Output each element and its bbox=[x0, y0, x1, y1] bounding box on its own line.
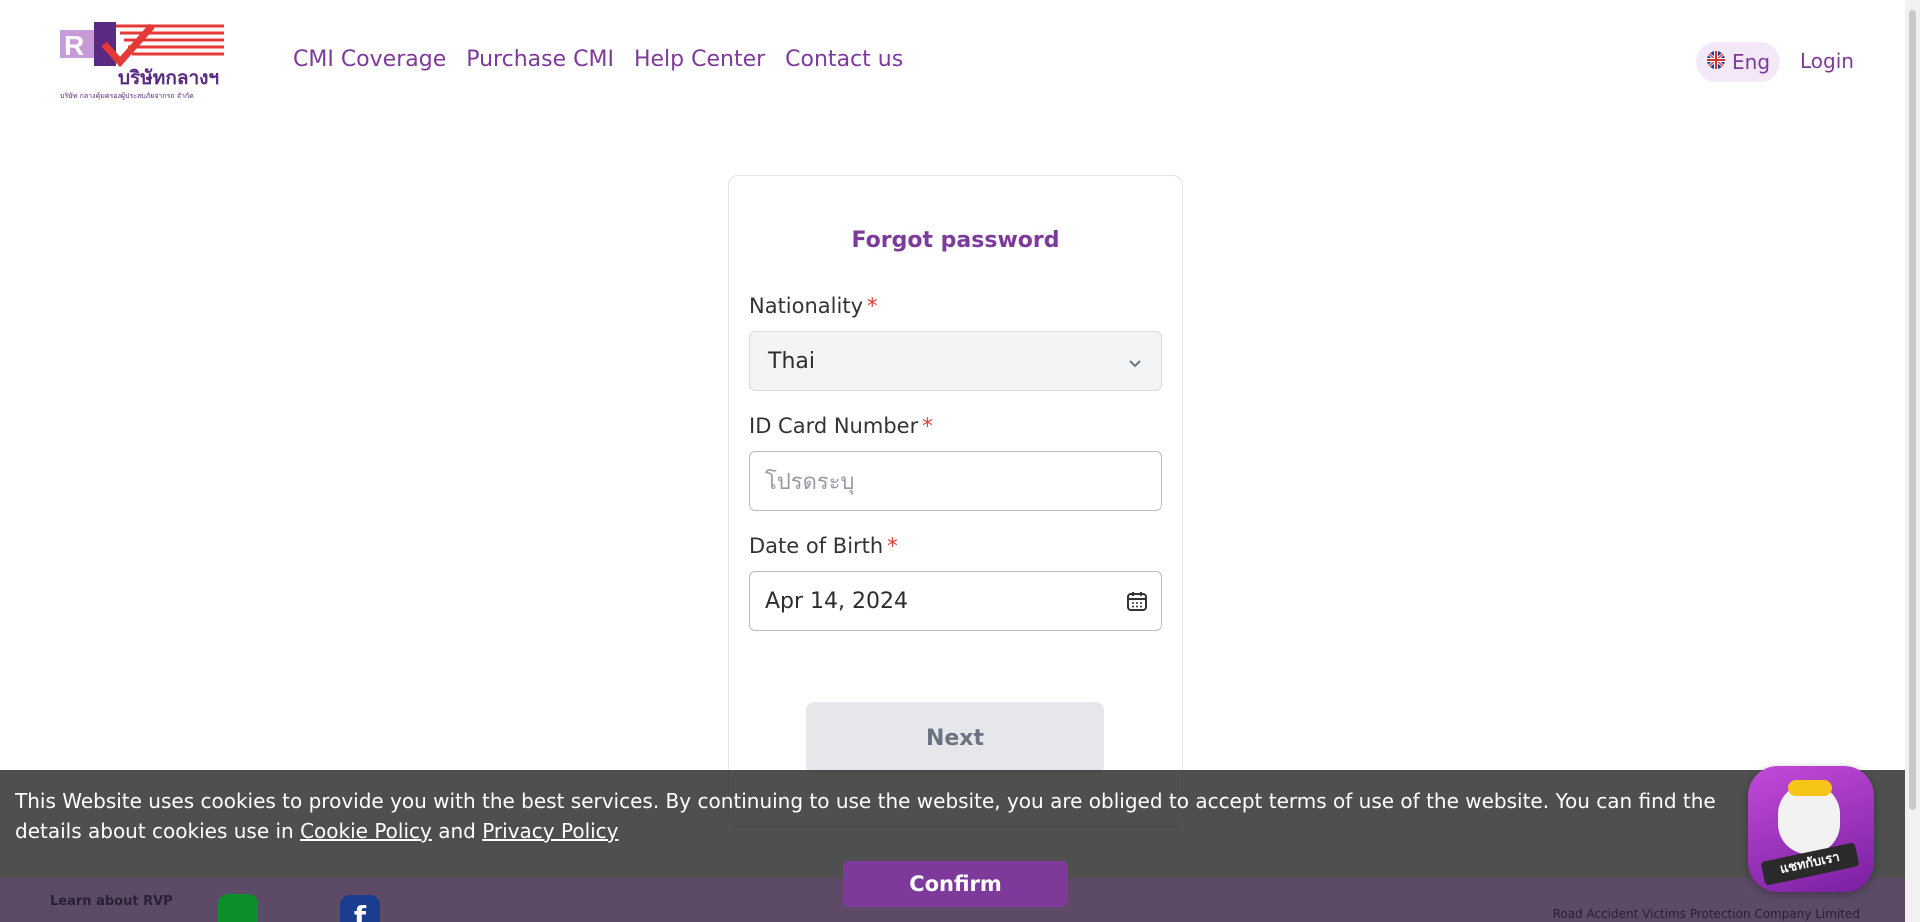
dob-label: Date of Birth * bbox=[749, 534, 898, 558]
nav-purchase-cmi[interactable]: Purchase CMI bbox=[466, 47, 614, 72]
scrollbar-thumb[interactable] bbox=[1909, 10, 1916, 810]
nav-help-center[interactable]: Help Center bbox=[634, 47, 765, 72]
id-card-label: ID Card Number * bbox=[749, 414, 933, 438]
dob-label-text: Date of Birth bbox=[749, 534, 884, 558]
forgot-password-card: Forgot password Nationality * Thai ID Car… bbox=[728, 175, 1183, 827]
dob-input[interactable]: Apr 14, 2024 bbox=[749, 571, 1162, 631]
login-link[interactable]: Login bbox=[1800, 49, 1854, 73]
cookie-policy-link[interactable]: Cookie Policy bbox=[300, 819, 432, 843]
language-switcher[interactable]: Eng bbox=[1696, 42, 1781, 82]
language-label: Eng bbox=[1732, 50, 1771, 74]
nav-contact-us[interactable]: Contact us bbox=[785, 47, 903, 72]
line-icon[interactable] bbox=[218, 894, 258, 922]
page-title: Forgot password bbox=[851, 228, 1060, 253]
cookie-message: This Website uses cookies to provide you… bbox=[15, 786, 1765, 846]
chevron-down-icon bbox=[1127, 352, 1143, 377]
required-asterisk: * bbox=[867, 294, 878, 318]
nationality-select[interactable]: Thai bbox=[749, 331, 1162, 391]
rvp-logo[interactable]: R บริษัทกลางฯ บริษัท กลางคุ้มครองผู้ประส… bbox=[60, 22, 224, 102]
cookie-confirm-button[interactable]: Confirm bbox=[843, 861, 1068, 907]
main-nav: CMI Coverage Purchase CMI Help Center Co… bbox=[293, 47, 903, 72]
id-card-input[interactable]: โปรดระบุ bbox=[749, 451, 1162, 511]
calendar-icon[interactable] bbox=[1125, 589, 1149, 619]
required-asterisk: * bbox=[887, 534, 898, 558]
dob-value: Apr 14, 2024 bbox=[765, 588, 909, 614]
svg-text:R: R bbox=[64, 30, 84, 61]
id-card-label-text: ID Card Number bbox=[749, 414, 919, 438]
footer-company-name: Road Accident Victims Protection Company… bbox=[1552, 907, 1860, 921]
chat-widget-button[interactable]: แชทกับเรา bbox=[1748, 766, 1874, 892]
footer-learn-about[interactable]: Learn about RVP bbox=[50, 894, 173, 909]
mascot-hat-icon bbox=[1788, 780, 1832, 796]
nationality-value: Thai bbox=[768, 348, 815, 374]
cookie-text: This Website uses cookies to provide you… bbox=[15, 789, 1716, 843]
site-header: R บริษัทกลางฯ บริษัท กลางคุ้มครองผู้ประส… bbox=[0, 0, 1900, 122]
facebook-icon[interactable]: f bbox=[340, 895, 380, 922]
uk-flag-icon bbox=[1706, 50, 1726, 75]
page-scrollbar[interactable] bbox=[1905, 0, 1920, 922]
nationality-label-text: Nationality bbox=[749, 294, 864, 318]
cookie-and: and bbox=[431, 819, 483, 843]
nav-cmi-coverage[interactable]: CMI Coverage bbox=[293, 47, 446, 72]
required-asterisk: * bbox=[922, 414, 933, 438]
next-button[interactable]: Next bbox=[806, 702, 1104, 774]
logo-subtext: บริษัท กลางคุ้มครองผู้ประสบภัยจากรถ จำกั… bbox=[60, 92, 194, 100]
logo-thai-text: บริษัทกลางฯ bbox=[118, 67, 219, 89]
nationality-label: Nationality * bbox=[749, 294, 878, 318]
privacy-policy-link[interactable]: Privacy Policy bbox=[482, 819, 618, 843]
